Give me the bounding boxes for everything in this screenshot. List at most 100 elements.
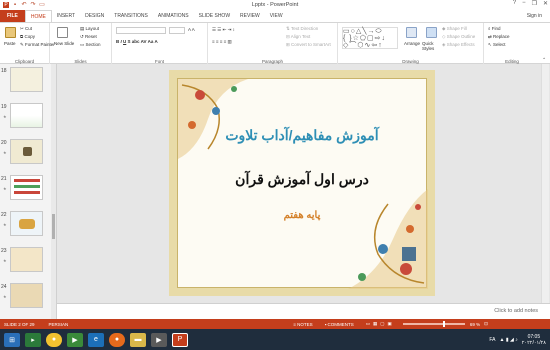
comments-toggle-label: COMMENTS (327, 321, 354, 327)
slide-thumbnail-18[interactable] (10, 67, 43, 92)
align-text-button[interactable]: ⊟ Align Text (286, 34, 310, 40)
restore-button[interactable]: ❐ (532, 0, 537, 7)
tray-icons[interactable]: ▲ ▮ ◢ ♪ (500, 337, 518, 343)
list-buttons[interactable]: ☰ ☰ ⇤ ⇥ ↕ (212, 27, 235, 33)
shape-outline-label: Shape Outline (446, 34, 476, 39)
quick-styles-button[interactable]: Quick Styles (422, 41, 442, 51)
zoom-slider-handle[interactable] (442, 321, 445, 327)
thumbnail-number: 20 (1, 140, 7, 146)
new-slide-button[interactable]: New Slide (54, 41, 76, 46)
tab-review[interactable]: REVIEW (235, 10, 265, 22)
slide-canvas[interactable]: آموزش مفاهیم/آداب تلاوت درس اول آموزش قر… (169, 70, 435, 296)
slide-scrollbar[interactable] (541, 64, 549, 304)
file-explorer-icon[interactable]: ▬ (130, 332, 146, 347)
ribbon: Paste ✂ Cut ⧉ Copy ✎ Format Painter Clip… (0, 22, 550, 65)
tab-file[interactable]: FILE (0, 10, 25, 22)
scrollbar-thumb[interactable] (52, 214, 55, 239)
collapse-ribbon-icon[interactable]: ⌃ (542, 57, 546, 63)
slide-subtitle[interactable]: درس اول آموزش قرآن (178, 171, 426, 188)
language-indicator[interactable]: PERSIAN (49, 322, 69, 327)
close-button[interactable]: ✕ (543, 0, 548, 7)
slide-grade-label[interactable]: پایه هفتم (178, 210, 426, 221)
transition-star-icon: ★ (3, 258, 7, 263)
fit-slide-icon[interactable]: ⊡ (484, 321, 488, 327)
language-indicator[interactable]: FA (489, 337, 495, 343)
tab-animations[interactable]: ANIMATIONS (153, 10, 194, 22)
align-text-label: Align Text (290, 34, 311, 39)
new-slide-icon[interactable] (57, 27, 68, 38)
find-button[interactable]: ⌕ Find (488, 26, 501, 31)
paragraph-group: ☰ ☰ ⇤ ⇥ ↕ ≡ ≡ ≡ ≡ ▥ ⇅ Text Direction ⊟ A… (208, 23, 338, 65)
font-size-dropdown[interactable] (169, 27, 185, 34)
notes-toggle-label: NOTES (297, 321, 313, 327)
notes-pane[interactable]: Click to add notes (57, 303, 550, 319)
copy-button[interactable]: ⧉ Copy (20, 34, 35, 39)
slides-group: New Slide ▤ Layout ↺ Reset ▭ Section Sli… (50, 23, 112, 65)
sign-in-link[interactable]: Sign in (527, 13, 542, 19)
slide-thumbnail-20[interactable] (10, 139, 43, 164)
app-launcher-icon[interactable]: ▸ (25, 332, 41, 347)
drawing-group: ▭○△╲→⬭{ }☆⬠▢⇨↓ ◇⌒⬡∿⇦↑ Arrange Quick Style… (338, 23, 484, 65)
convert-smartart-button[interactable]: ⊞ Convert to SmartArt (286, 42, 331, 48)
text-direction-label: Text Direction (290, 26, 319, 31)
thumbnail-scrollbar[interactable] (51, 64, 56, 319)
paste-button[interactable]: Paste (4, 41, 16, 46)
powerpoint-taskbar-icon[interactable]: P (172, 332, 188, 347)
quick-styles-icon[interactable] (426, 27, 437, 38)
paste-icon[interactable] (5, 27, 16, 38)
font-name-dropdown[interactable] (116, 27, 166, 34)
text-direction-button[interactable]: ⇅ Text Direction (286, 26, 318, 32)
slide-thumbnail-19[interactable] (10, 103, 43, 128)
replace-button[interactable]: ⇄ Replace (488, 34, 510, 40)
shape-outline-button[interactable]: ◇ Shape Outline (442, 34, 475, 40)
chrome-icon[interactable]: ● (46, 332, 62, 347)
minimize-button[interactable]: − (522, 0, 526, 7)
tab-home[interactable]: HOME (24, 10, 52, 22)
shape-fill-label: Shape Fill (446, 26, 467, 31)
align-buttons[interactable]: ≡ ≡ ≡ ≡ ▥ (212, 39, 232, 45)
slide-frame: آموزش مفاهیم/آداب تلاوت درس اول آموزش قر… (177, 78, 428, 289)
media-player-icon[interactable]: ▶ (151, 332, 167, 347)
firefox-icon[interactable]: ● (109, 332, 125, 347)
notes-toggle[interactable]: ≡ NOTES (293, 322, 312, 327)
title-bar: P ▪ ↶ ↷ ▭ Lpptx - PowerPoint ? − ❐ ✕ (0, 0, 550, 10)
media-icon[interactable]: ▶ (67, 332, 83, 347)
internet-explorer-icon[interactable]: e (88, 332, 104, 347)
select-button[interactable]: ↖ Select (488, 42, 506, 48)
reset-button[interactable]: ↺ Reset (80, 34, 97, 40)
transition-star-icon: ★ (3, 186, 7, 191)
clock-date[interactable]: ۲۰۲۲/۰۱/۲۸ (522, 340, 546, 346)
zoom-level[interactable]: 69 % (470, 322, 480, 327)
font-style-buttons[interactable]: B I U S abc AV Aa A (116, 39, 158, 44)
thumbnail-bar (14, 179, 40, 182)
convert-smartart-label: Convert to SmartArt (291, 42, 331, 47)
tab-transitions[interactable]: TRANSITIONS (109, 10, 153, 22)
section-button[interactable]: ▭ Section (80, 42, 101, 48)
comments-toggle[interactable]: ▪ COMMENTS (325, 322, 354, 327)
slide-title[interactable]: آموزش مفاهیم/آداب تلاوت (178, 127, 426, 144)
cut-button[interactable]: ✂ Cut (20, 26, 32, 32)
arrange-icon[interactable] (406, 27, 417, 38)
arrange-button[interactable]: Arrange (404, 41, 420, 46)
slide-thumbnail-23[interactable] (10, 247, 43, 272)
cut-label: Cut (25, 26, 33, 31)
shape-fill-button[interactable]: ◆ Shape Fill (442, 26, 467, 32)
tab-design[interactable]: DESIGN (80, 10, 109, 22)
select-label: Select (493, 42, 506, 47)
shapes-gallery[interactable]: ▭○△╲→⬭{ }☆⬠▢⇨↓ ◇⌒⬡∿⇦↑ (342, 27, 398, 49)
start-button-icon[interactable]: ⊞ (4, 332, 20, 347)
tab-view[interactable]: VIEW (265, 10, 288, 22)
help-button[interactable]: ? (513, 0, 516, 7)
slide-thumbnail-24[interactable] (10, 283, 43, 308)
slide-thumbnail-21[interactable] (10, 175, 43, 200)
view-buttons[interactable]: ▭▦▢▣ (366, 321, 395, 327)
clipboard-group: Paste ✂ Cut ⧉ Copy ✎ Format Painter Clip… (0, 23, 55, 65)
tab-insert[interactable]: INSERT (52, 10, 80, 22)
thumbnail-bar (14, 191, 40, 194)
zoom-slider[interactable] (402, 321, 465, 327)
font-grow-shrink-buttons[interactable]: A A (188, 27, 195, 32)
tab-slide-show[interactable]: SLIDE SHOW (194, 10, 235, 22)
slide-thumbnail-22[interactable] (10, 211, 43, 236)
shape-effects-button[interactable]: ◈ Shape Effects (442, 42, 475, 48)
layout-button[interactable]: ▤ Layout (80, 26, 99, 32)
